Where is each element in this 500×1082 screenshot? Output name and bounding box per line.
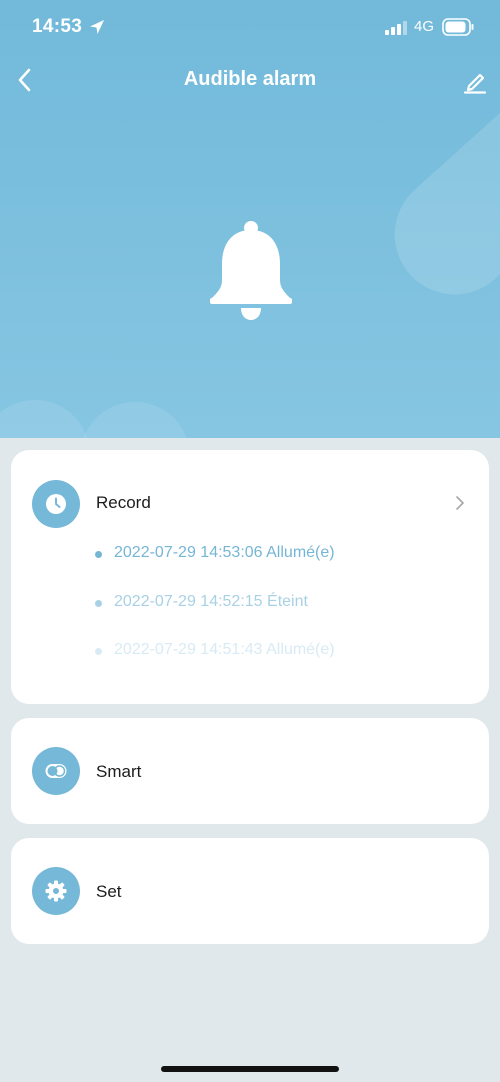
hero-decoration — [80, 402, 190, 438]
entry-dot — [95, 648, 102, 655]
gear-icon — [45, 880, 67, 902]
entry-dot — [95, 551, 102, 558]
settings-icon-badge — [32, 867, 80, 915]
status-bar: 14:53 4G — [0, 0, 500, 54]
record-entry-text: 2022-07-29 14:51:43 Allumé(e) — [114, 641, 335, 658]
battery-icon — [442, 18, 474, 36]
record-entry: 2022-07-29 14:51:43 Allumé(e) — [95, 641, 475, 663]
record-icon-badge — [32, 480, 80, 528]
entry-dot — [95, 600, 102, 607]
record-label: Record — [96, 493, 151, 512]
settings-label: Set — [96, 882, 122, 901]
toggle-icon — [45, 764, 67, 778]
device-hero — [0, 0, 500, 438]
status-time: 14:53 — [32, 16, 83, 37]
network-type: 4G — [414, 18, 435, 35]
hero-decoration — [0, 400, 90, 438]
bell-icon — [210, 221, 292, 320]
page-title: Audible alarm — [183, 68, 317, 90]
record-card[interactable]: Record 2022-07-29 14:53:06 Allumé(e) 202… — [11, 450, 489, 704]
chevron-right-icon[interactable] — [455, 495, 465, 511]
smart-icon-badge — [32, 747, 80, 795]
signal-icon — [385, 21, 407, 35]
settings-card[interactable]: Set — [11, 838, 489, 944]
home-indicator[interactable] — [161, 1066, 339, 1072]
record-entry-text: 2022-07-29 14:53:06 Allumé(e) — [114, 544, 335, 561]
location-arrow-icon — [90, 20, 104, 34]
pencil-icon[interactable] — [462, 68, 488, 94]
record-entry: 2022-07-29 14:53:06 Allumé(e) — [95, 544, 475, 566]
record-entry-text: 2022-07-29 14:52:15 Éteint — [114, 593, 308, 610]
smart-card[interactable]: Smart — [11, 718, 489, 824]
chevron-left-icon[interactable] — [14, 66, 38, 94]
record-entry: 2022-07-29 14:52:15 Éteint — [95, 593, 475, 615]
smart-label: Smart — [96, 762, 142, 781]
clock-icon — [46, 494, 66, 514]
hero-decoration — [370, 56, 500, 320]
